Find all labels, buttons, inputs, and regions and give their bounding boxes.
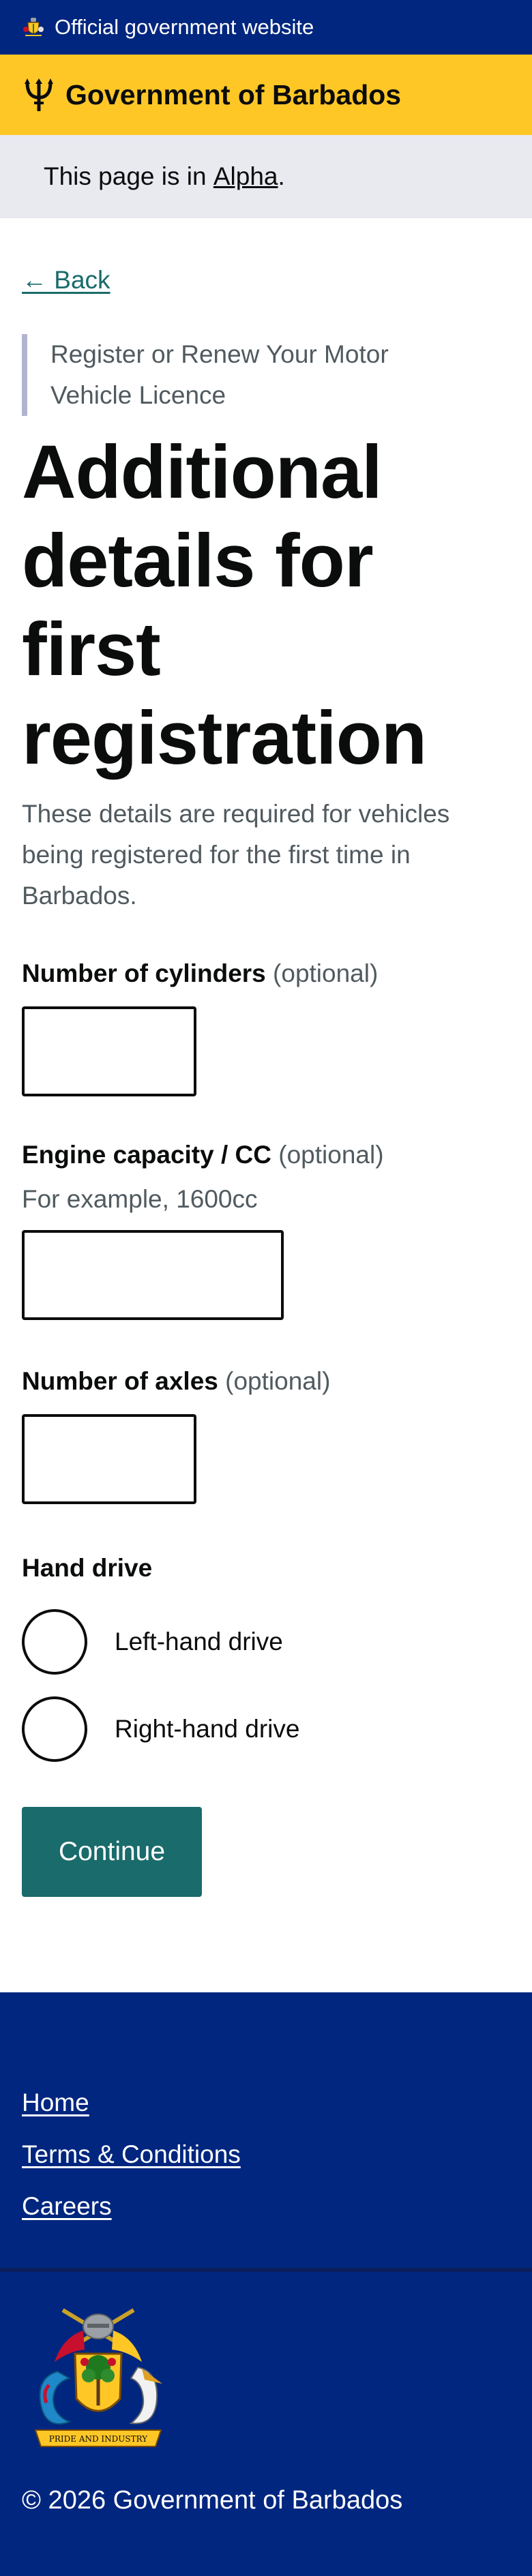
service-caption: Register or Renew Your Motor Vehicle Lic… [22, 334, 458, 416]
coat-of-arms-icon [23, 18, 44, 36]
footer-link-home[interactable]: Home [22, 2088, 510, 2118]
copyright-text: © 2026 Government of Barbados [22, 2486, 403, 2515]
alpha-link[interactable]: Alpha [213, 162, 278, 191]
cylinders-label: Number of cylinders (optional) [22, 957, 510, 990]
cylinders-group: Number of cylinders (optional) [22, 957, 510, 1096]
right-hand-drive-label: Right-hand drive [115, 1715, 300, 1743]
footer-link-terms[interactable]: Terms & Conditions [22, 2140, 510, 2170]
cylinders-optional: (optional) [265, 959, 379, 987]
hand-drive-legend-text: Hand drive [22, 1554, 153, 1582]
official-banner: Official government website [0, 0, 532, 55]
right-hand-drive-option[interactable]: Right-hand drive [22, 1696, 510, 1762]
back-link[interactable]: ← Back [22, 266, 110, 295]
government-name: Government of Barbados [65, 78, 402, 110]
trident-icon [25, 78, 53, 111]
hand-drive-group: Hand drive Left-hand drive Right-hand dr… [22, 1552, 510, 1762]
engine-capacity-input[interactable] [22, 1230, 284, 1320]
footer-link-careers[interactable]: Careers [22, 2191, 510, 2221]
official-website-text: Official government website [55, 15, 314, 39]
axles-optional: (optional) [218, 1367, 331, 1395]
page-title: Additional details for first registratio… [22, 430, 427, 780]
main-content: ← Back Register or Renew Your Motor Vehi… [0, 218, 532, 1897]
right-hand-drive-radio[interactable] [22, 1696, 87, 1762]
left-hand-drive-label: Left-hand drive [115, 1628, 283, 1656]
government-header: Government of Barbados [0, 55, 532, 135]
phase-prefix: This page is in [44, 162, 213, 190]
axles-label-text: Number of axles [22, 1367, 218, 1395]
engine-capacity-optional: (optional) [271, 1141, 384, 1169]
engine-capacity-group: Engine capacity / CC (optional) For exam… [22, 1139, 510, 1320]
engine-capacity-label-text: Engine capacity / CC [22, 1141, 271, 1169]
axles-input[interactable] [22, 1414, 196, 1504]
engine-capacity-hint: For example, 1600cc [22, 1185, 258, 1213]
left-hand-drive-radio[interactable] [22, 1609, 87, 1675]
coat-of-arms-motto: PRIDE AND INDUSTRY [49, 2434, 149, 2444]
engine-capacity-label: Engine capacity / CC (optional) [22, 1139, 510, 1171]
continue-button[interactable]: Continue [22, 1807, 202, 1897]
phase-banner: This page is in Alpha. [0, 135, 532, 218]
axles-label: Number of axles (optional) [22, 1365, 510, 1398]
footer-bottom: PRIDE AND INDUSTRY © 2026 Government of … [0, 2272, 532, 2515]
footer-links: Home Terms & Conditions Careers [0, 1992, 532, 2272]
phase-suffix: . [278, 162, 285, 190]
left-hand-drive-option[interactable]: Left-hand drive [22, 1609, 510, 1675]
hand-drive-legend: Hand drive [22, 1552, 510, 1585]
cylinders-label-text: Number of cylinders [22, 959, 266, 987]
cylinders-input[interactable] [22, 1006, 196, 1096]
page-description: These details are required for vehicles … [22, 800, 450, 910]
site-footer: Home Terms & Conditions Careers PRIDE AN… [0, 1992, 532, 2576]
axles-group: Number of axles (optional) [22, 1365, 510, 1504]
coat-of-arms-icon: PRIDE AND INDUSTRY [34, 2308, 162, 2447]
